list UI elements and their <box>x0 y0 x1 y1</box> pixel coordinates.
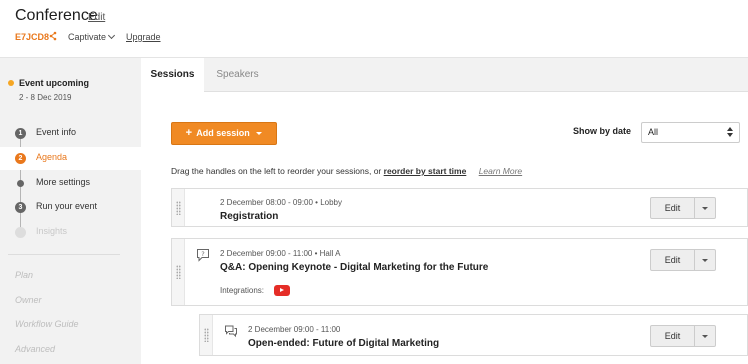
session-meta: 2 December 09:00 - 11:00 • Hall A <box>220 249 341 258</box>
hint-text: Drag the handles on the left to reorder … <box>171 166 382 176</box>
chevron-down-icon <box>107 31 116 40</box>
reorder-hint: Drag the handles on the left to reorder … <box>171 166 522 176</box>
step-number: 2 <box>15 153 26 164</box>
status-dot <box>8 80 14 86</box>
reorder-by-start-time-link[interactable]: reorder by start time <box>384 166 467 176</box>
integrations-label: Integrations: <box>220 286 265 295</box>
add-session-button[interactable]: + Add session <box>171 122 277 145</box>
session-title[interactable]: Open-ended: Future of Digital Marketing <box>248 338 439 349</box>
share-icon[interactable] <box>49 31 57 41</box>
edit-options-dropdown[interactable] <box>694 325 716 347</box>
learn-more-link[interactable]: Learn More <box>479 166 522 176</box>
show-by-date-value: All <box>648 127 659 137</box>
sidebar-divider <box>8 254 120 255</box>
upgrade-link[interactable]: Upgrade <box>126 32 161 42</box>
drag-handle[interactable] <box>200 315 213 355</box>
session-title[interactable]: Registration <box>220 211 278 222</box>
tab-bar: Sessions Speakers <box>141 58 748 93</box>
edit-button-group: Edit <box>650 325 716 347</box>
plan-dropdown[interactable]: Captivate <box>68 31 116 42</box>
grip-icon <box>204 328 209 342</box>
event-code: E7JCD8 <box>15 32 50 42</box>
edit-title-link[interactable]: Edit <box>88 12 105 23</box>
sidebar-item-label: More settings <box>36 177 91 187</box>
edit-button[interactable]: Edit <box>650 197 695 219</box>
session-card: 2 December 08:00 - 09:00 • Lobby Registr… <box>171 188 748 227</box>
edit-button-group: Edit <box>650 197 716 219</box>
edit-options-dropdown[interactable] <box>694 249 716 271</box>
step-number: 1 <box>15 128 26 139</box>
edit-button[interactable]: Edit <box>650 249 695 271</box>
session-meta: 2 December 09:00 - 11:00 <box>248 325 341 334</box>
qa-icon: ? <box>197 249 209 262</box>
sidebar-item-run-event[interactable]: 3 Run your event <box>0 196 141 219</box>
sidebar-item-label: Insights <box>36 226 68 236</box>
grip-icon <box>176 200 181 215</box>
drag-handle[interactable] <box>172 189 185 226</box>
sidebar-link-advanced[interactable]: Advanced <box>15 344 55 354</box>
edit-options-dropdown[interactable] <box>694 197 716 219</box>
sidebar-item-label: Event info <box>36 127 77 137</box>
show-by-date-select[interactable]: All <box>641 122 740 143</box>
main-content: Sessions Speakers + Add session Show by … <box>141 58 748 364</box>
tab-speakers[interactable]: Speakers <box>204 58 271 92</box>
sidebar-item-more-settings[interactable]: More settings <box>0 172 141 195</box>
plus-icon: + <box>185 127 193 139</box>
svg-text:?: ? <box>201 250 204 258</box>
sidebar-link-owner[interactable]: Owner <box>15 295 42 305</box>
add-session-label: Add session <box>196 128 250 138</box>
discussion-icon <box>225 325 237 338</box>
sidebar-item-agenda[interactable]: 2 Agenda <box>0 147 141 170</box>
session-card: ? 2 December 09:00 - 11:00 • Hall A Q&A:… <box>171 238 748 306</box>
event-dates: 2 - 8 Dec 2019 <box>19 93 72 102</box>
session-title[interactable]: Q&A: Opening Keynote - Digital Marketing… <box>220 262 488 273</box>
show-by-date-label: Show by date <box>573 126 632 136</box>
header: Conference Edit E7JCD8 Captivate Upgrade <box>0 0 748 58</box>
step-dot <box>17 180 24 187</box>
sidebar-item-label: Run your event <box>36 201 98 211</box>
edit-button[interactable]: Edit <box>650 325 695 347</box>
session-meta: 2 December 08:00 - 09:00 • Lobby <box>220 198 342 207</box>
step-dot <box>15 227 26 238</box>
sidebar-link-workflow-guide[interactable]: Workflow Guide <box>15 319 79 329</box>
plan-label: Captivate <box>68 32 107 42</box>
event-title: Conference <box>15 7 98 24</box>
sidebar-link-plan[interactable]: Plan <box>15 270 33 280</box>
event-status: Event upcoming <box>19 78 90 88</box>
sidebar-item-event-info[interactable]: 1 Event info <box>0 122 141 145</box>
sidebar: Event upcoming 2 - 8 Dec 2019 1 Event in… <box>0 58 141 364</box>
edit-button-group: Edit <box>650 249 716 271</box>
youtube-icon[interactable] <box>274 285 290 296</box>
sidebar-item-insights: Insights <box>0 221 141 244</box>
grip-icon <box>176 265 181 279</box>
select-arrows-icon <box>727 127 733 138</box>
step-number: 3 <box>15 202 26 213</box>
session-card: 2 December 09:00 - 11:00 Open-ended: Fut… <box>199 314 748 356</box>
tab-sessions[interactable]: Sessions <box>141 58 204 93</box>
caret-down-icon <box>256 132 263 135</box>
sidebar-item-label: Agenda <box>36 152 68 162</box>
drag-handle[interactable] <box>172 239 185 305</box>
